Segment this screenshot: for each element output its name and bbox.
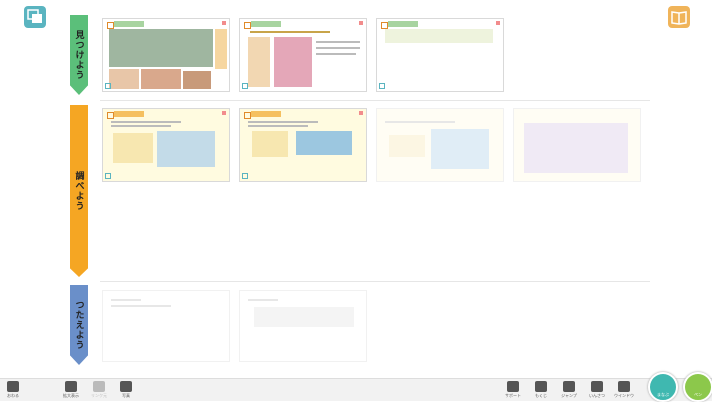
book-icon xyxy=(563,381,575,392)
redo-icon xyxy=(93,381,105,392)
contents-button[interactable]: もくじ xyxy=(530,381,552,399)
experiment-photo xyxy=(431,129,489,169)
page-thumbnail[interactable] xyxy=(239,108,367,182)
image-icon xyxy=(120,381,132,392)
step-label: 見つけよう xyxy=(73,30,84,80)
experiment-photo xyxy=(157,131,215,167)
photo-button[interactable]: 写真 xyxy=(115,381,137,399)
learn-button[interactable]: まなぶ xyxy=(648,372,678,402)
page-thumbnail[interactable] xyxy=(239,290,367,362)
photo xyxy=(141,69,181,89)
page-thumbnail[interactable] xyxy=(513,108,641,182)
page-thumbnail[interactable] xyxy=(376,18,504,92)
jump-button[interactable]: ジャンプ xyxy=(558,381,580,399)
note-box xyxy=(389,135,425,157)
note-box xyxy=(113,133,153,163)
pages-icon[interactable] xyxy=(24,6,46,28)
window-icon xyxy=(618,381,630,392)
zoom-in-icon xyxy=(65,381,77,392)
page-thumbnail[interactable] xyxy=(102,290,230,362)
step-label: つたえよう xyxy=(73,300,84,350)
photo xyxy=(274,37,312,87)
printer-icon xyxy=(591,381,603,392)
step-share[interactable]: つたえよう xyxy=(70,285,88,365)
support-button[interactable]: サポート xyxy=(502,381,524,399)
bottom-toolbar: おわる 拡大表示 リンク元 写真 サポート もくじ ジャンプ いんさつ ウインド… xyxy=(0,378,712,401)
gear-icon xyxy=(507,381,519,392)
section-divider xyxy=(100,281,650,282)
step-discover[interactable]: 見つけよう xyxy=(70,15,88,95)
note-box xyxy=(252,131,288,157)
pen-button[interactable]: ペン xyxy=(683,372,712,402)
power-button[interactable]: おわる xyxy=(2,381,24,399)
results-table xyxy=(524,123,628,173)
photo xyxy=(109,69,139,89)
photo xyxy=(183,71,211,89)
book-icon[interactable] xyxy=(668,6,690,28)
page-thumbnail[interactable] xyxy=(239,18,367,92)
section-divider xyxy=(100,100,650,101)
experiment-photo xyxy=(296,131,352,155)
text-box xyxy=(254,307,354,327)
page-thumbnail[interactable] xyxy=(376,108,504,182)
text-box xyxy=(248,37,270,87)
note-box xyxy=(215,29,227,69)
print-button[interactable]: いんさつ xyxy=(586,381,608,399)
window-button[interactable]: ウインドウ xyxy=(613,381,635,399)
classroom-photo xyxy=(109,29,213,67)
grid-icon xyxy=(535,381,547,392)
zoom-button[interactable]: 拡大表示 xyxy=(60,381,82,399)
page-thumbnail[interactable] xyxy=(102,18,230,92)
power-icon xyxy=(7,381,19,392)
redo-button[interactable]: リンク元 xyxy=(88,381,110,399)
step-label: 調べよう xyxy=(73,171,84,211)
page-thumbnail[interactable] xyxy=(102,108,230,182)
step-investigate[interactable]: 調べよう xyxy=(70,105,88,277)
question-box xyxy=(385,29,493,43)
